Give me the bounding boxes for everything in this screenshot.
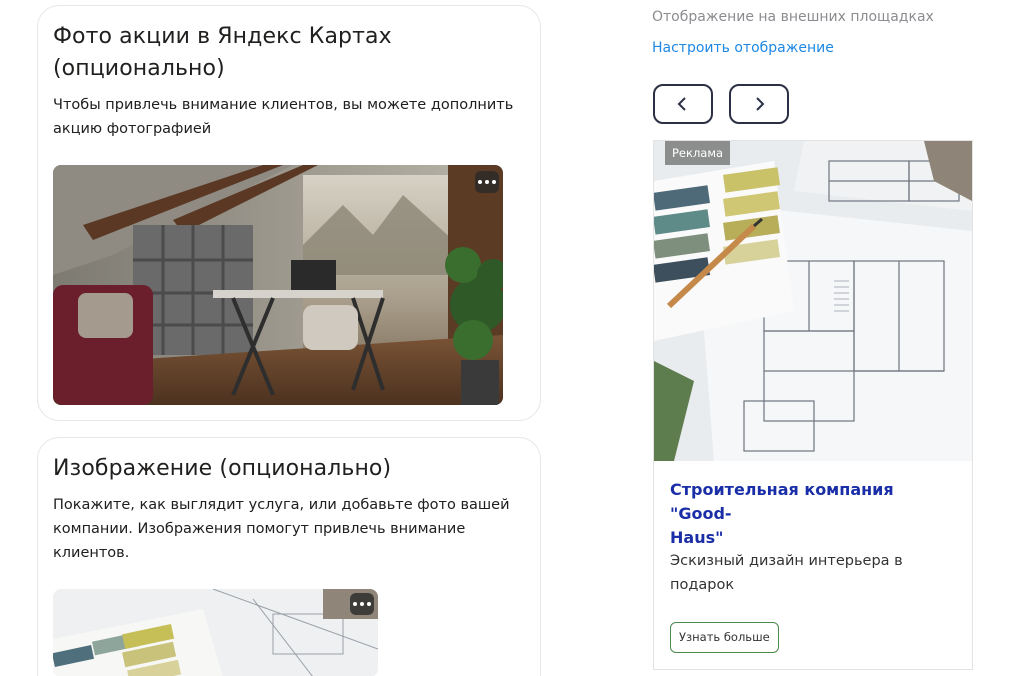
ad-text-line1: Эскизный дизайн интерьера в [670, 553, 903, 569]
chevron-left-icon [677, 97, 686, 111]
promo-photo-title-line1: Фото акции в Яндекс Картах [53, 24, 392, 49]
ad-title-line2: Haus" [670, 528, 724, 547]
image-desc-line1: Покажите, как выглядит услуга, или добав… [53, 497, 510, 513]
promo-photo-desc-line1: Чтобы привлечь внимание клиентов, вы мож… [53, 97, 514, 113]
image-card: Изображение (опционально) Покажите, как … [37, 437, 541, 676]
ad-preview-card: Реклама Строительная компания "Good- Hau… [653, 140, 973, 670]
page: Фото акции в Яндекс Картах (опционально)… [0, 0, 1013, 676]
more-dots-icon[interactable] [475, 171, 499, 193]
promo-photo-desc-line2: акцию фотографией [53, 121, 212, 137]
configure-display-link[interactable]: Настроить отображение [652, 38, 834, 58]
image-desc-line2: компании. Изображения помогут привлечь в… [53, 521, 466, 537]
ad-text: Эскизный дизайн интерьера в подарок [670, 549, 960, 597]
ad-text-line2: подарок [670, 577, 735, 593]
image-title: Изображение (опционально) [53, 456, 392, 481]
blueprint-illustration [654, 141, 972, 461]
carousel-next-button[interactable] [729, 84, 789, 124]
ad-title-line1: Строительная компания "Good- [670, 480, 894, 523]
external-placement-label: Отображение на внешних площадках [652, 9, 934, 25]
image-desc-line3: клиентов. [53, 545, 130, 561]
promo-photo-title-line2: (опционально) [53, 56, 225, 81]
promo-photo-image[interactable] [53, 165, 503, 405]
promo-photo-card: Фото акции в Яндекс Картах (опционально)… [37, 5, 541, 421]
ad-badge: Реклама [665, 141, 731, 165]
interior-room-illustration [53, 165, 503, 405]
chevron-right-icon [756, 97, 765, 111]
ad-title[interactable]: Строительная компания "Good- Haus" [670, 478, 960, 550]
image-thumbnail[interactable] [53, 589, 378, 676]
ad-image: Реклама [654, 141, 972, 461]
more-dots-icon[interactable] [350, 593, 374, 615]
learn-more-button[interactable]: Узнать больше [670, 622, 779, 653]
carousel-prev-button[interactable] [653, 84, 713, 124]
blueprint-swatches-thumbnail [53, 589, 378, 676]
